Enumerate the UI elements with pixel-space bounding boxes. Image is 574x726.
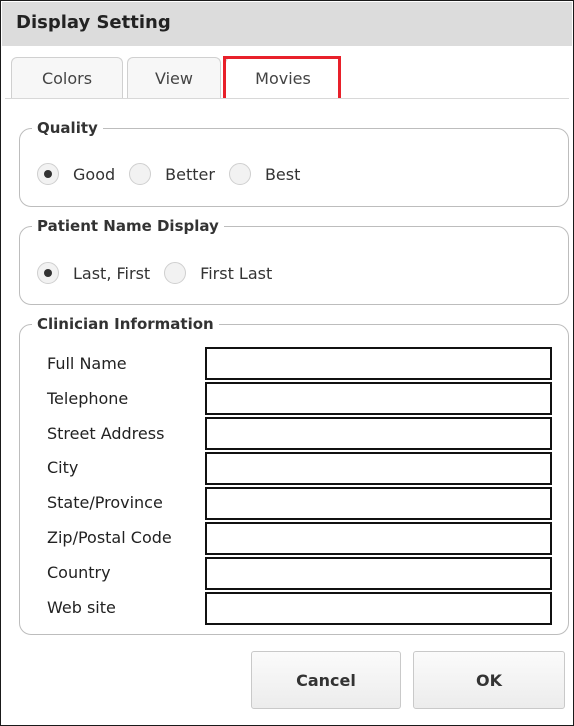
telephone-label: Telephone [47, 389, 129, 408]
zip-postal-code-label: Zip/Postal Code [47, 528, 172, 547]
tab-colors[interactable]: Colors [11, 57, 123, 100]
patient-name-display-legend: Patient Name Display [37, 217, 219, 235]
quality-legend: Quality [37, 119, 98, 137]
city-label: City [47, 458, 79, 477]
quality-good-radio[interactable] [37, 163, 59, 185]
cancel-button[interactable]: Cancel [251, 651, 401, 709]
web-site-field[interactable] [205, 592, 552, 625]
zip-postal-code-field[interactable] [205, 522, 552, 555]
clinician-information-legend: Clinician Information [37, 315, 214, 333]
city-field[interactable] [205, 452, 552, 485]
web-site-label: Web site [47, 598, 116, 617]
country-label: Country [47, 563, 111, 582]
country-field[interactable] [205, 557, 552, 590]
quality-best-label: Best [264, 164, 301, 184]
patient-name-options: Last, First First Last [37, 262, 286, 284]
display-setting-dialog: Display Setting Colors View Movies Quali… [0, 0, 574, 726]
patient-name-display-group: Patient Name Display [19, 217, 569, 305]
last-first-label: Last, First [73, 263, 151, 283]
telephone-field[interactable] [205, 382, 552, 415]
quality-better-radio[interactable] [129, 163, 152, 185]
quality-options: Good Better Best [37, 163, 314, 185]
full-name-label: Full Name [47, 354, 127, 373]
full-name-field[interactable] [205, 347, 552, 380]
quality-better-label: Better [165, 164, 215, 184]
state-province-label: State/Province [47, 493, 163, 512]
first-last-label: First Last [200, 263, 273, 283]
tab-view[interactable]: View [127, 57, 221, 100]
last-first-radio[interactable] [37, 262, 59, 284]
quality-good-label: Good [73, 164, 116, 184]
title-bar: Display Setting [2, 2, 572, 46]
street-address-field[interactable] [205, 417, 552, 450]
dialog-title: Display Setting [16, 12, 171, 33]
street-address-label: Street Address [47, 424, 165, 443]
first-last-radio[interactable] [164, 262, 187, 284]
quality-best-radio[interactable] [228, 163, 251, 185]
state-province-field[interactable] [205, 487, 552, 520]
movies-tab-highlight [223, 56, 341, 104]
ok-button[interactable]: OK [413, 651, 565, 709]
